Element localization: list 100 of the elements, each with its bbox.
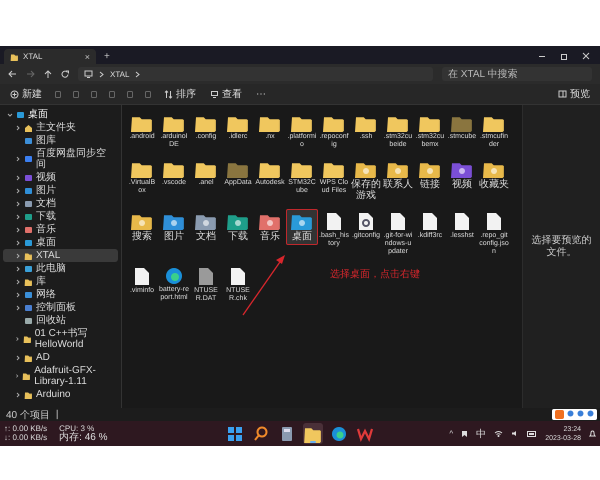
network-icon xyxy=(24,290,33,298)
chevron-right-icon[interactable] xyxy=(15,252,21,258)
sidebar-item[interactable]: 01 C++书写HelloWorld xyxy=(3,327,118,351)
sidebar-item[interactable]: Arduino xyxy=(3,388,118,401)
chevron-right-icon[interactable] xyxy=(15,336,20,342)
file-icon xyxy=(454,212,470,231)
file-icon xyxy=(230,267,246,286)
file-item[interactable]: 收藏夹 xyxy=(478,157,510,193)
input-method-indicator[interactable]: 中 xyxy=(476,426,486,440)
sidebar-item[interactable]: 桌面 xyxy=(3,108,118,121)
folder-icon xyxy=(24,354,33,362)
sidebar-item[interactable]: 文档 xyxy=(3,197,118,210)
sidebar-item[interactable]: 主文件夹 xyxy=(3,121,118,134)
file-item[interactable]: 下载 xyxy=(222,209,254,245)
sidebar-item[interactable]: 桌面 xyxy=(3,236,118,249)
window-tab[interactable]: XTAL × xyxy=(4,49,96,64)
forward-icon[interactable] xyxy=(26,70,35,78)
file-item[interactable]: 桌面 xyxy=(286,209,318,245)
sort-button[interactable]: 排序 xyxy=(162,87,198,101)
picture-icon xyxy=(24,186,33,194)
file-item[interactable]: 文档 xyxy=(190,209,222,245)
browser-icon xyxy=(330,424,348,442)
sidebar-item[interactable]: 下载 xyxy=(3,210,118,223)
chevron-right-icon[interactable] xyxy=(15,214,21,220)
bell-icon[interactable] xyxy=(589,430,596,438)
file-item[interactable]: 链接 xyxy=(414,157,446,193)
close-tab-button[interactable]: × xyxy=(84,52,90,62)
chevron-right-icon[interactable] xyxy=(15,156,21,162)
pc-icon xyxy=(24,264,33,272)
chevron-right-icon[interactable] xyxy=(15,278,21,284)
battery-icon[interactable] xyxy=(527,430,538,436)
sidebar-item[interactable]: 图库 xyxy=(3,134,118,147)
view-button[interactable]: 查看 xyxy=(208,87,244,101)
chevron-right-icon[interactable] xyxy=(15,292,21,298)
sidebar-item[interactable]: 百度网盘同步空间 xyxy=(3,147,118,171)
control-panel-icon xyxy=(24,304,33,312)
ime-toolbar[interactable] xyxy=(552,409,597,420)
sidebar-item[interactable]: 网络 xyxy=(3,288,118,301)
sidebar-item[interactable]: 图片 xyxy=(3,184,118,197)
sidebar-item[interactable]: AD xyxy=(3,351,118,364)
folder-icon xyxy=(483,114,505,132)
chevron-icon xyxy=(99,70,104,78)
up-icon[interactable] xyxy=(44,70,52,78)
preview-message: 选择要预览的文件。 xyxy=(530,235,592,259)
file-item[interactable]: 保存的游戏 xyxy=(350,157,382,204)
separator-text: | xyxy=(56,409,59,420)
file-item[interactable]: 视频 xyxy=(446,157,478,193)
monitor-icon xyxy=(84,70,93,78)
sidebar-item[interactable]: 控制面板 xyxy=(3,301,118,314)
chevron-down-icon[interactable] xyxy=(7,112,13,118)
chevron-right-icon[interactable] xyxy=(15,240,21,246)
desktop-icon xyxy=(24,238,33,246)
back-icon[interactable] xyxy=(8,70,17,78)
download-speed: ↓: 0.00 KB/s xyxy=(4,433,48,443)
folder-icon xyxy=(24,252,33,260)
preview-button[interactable]: 预览 xyxy=(556,87,592,101)
folder-icon xyxy=(195,160,217,178)
chevron-right-icon[interactable] xyxy=(15,373,20,379)
chevron-right-icon[interactable] xyxy=(15,226,21,232)
new-button[interactable]: 新建 xyxy=(8,87,44,101)
more-button[interactable]: ⋯ xyxy=(254,88,268,100)
chevron-right-icon[interactable] xyxy=(15,124,21,130)
folder-icon xyxy=(22,372,32,380)
chevron-right-icon[interactable] xyxy=(15,200,21,206)
annotation-text: 选择桌面，点击右键 xyxy=(330,268,420,281)
chevron-right-icon[interactable] xyxy=(15,354,21,360)
close-icon[interactable] xyxy=(582,52,590,60)
breadcrumb-item[interactable]: XTAL xyxy=(110,70,130,78)
sidebar-item[interactable]: XTAL xyxy=(3,249,118,262)
tray-chevron[interactable]: ^ xyxy=(449,429,454,438)
sidebar-item[interactable]: 此电脑 xyxy=(3,262,118,275)
folder-icon xyxy=(291,114,313,132)
sort-icon xyxy=(164,90,173,98)
folder-icon xyxy=(387,114,409,132)
chevron-right-icon[interactable] xyxy=(15,174,21,180)
upload-speed: ↑: 0.00 KB/s xyxy=(4,424,48,433)
search-field[interactable]: 在 XTAL 中搜索 xyxy=(442,67,592,81)
refresh-icon[interactable] xyxy=(61,70,69,78)
sidebar-item[interactable]: Adafruit-GFX-Library-1.11 xyxy=(3,364,118,388)
bookmark-icon[interactable] xyxy=(461,430,468,438)
sidebar-item[interactable]: 回收站 xyxy=(3,314,118,327)
sidebar-item[interactable]: 音乐 xyxy=(3,223,118,236)
chevron-right-icon[interactable] xyxy=(15,188,21,194)
chevron-right-icon[interactable] xyxy=(15,392,21,398)
wifi-icon[interactable] xyxy=(494,430,504,437)
file-item[interactable]: 搜索 xyxy=(126,209,158,245)
new-tab-button[interactable]: + xyxy=(104,51,110,62)
file-item[interactable]: 联系人 xyxy=(382,157,414,193)
sidebar-item[interactable]: 库 xyxy=(3,275,118,288)
file-item[interactable]: 图片 xyxy=(158,209,190,245)
folder-icon xyxy=(163,160,185,178)
chevron-right-icon[interactable] xyxy=(15,304,21,310)
address-bar[interactable]: XTAL xyxy=(78,67,433,81)
file-item[interactable]: 音乐 xyxy=(254,209,286,245)
sidebar-item[interactable]: 视频 xyxy=(3,171,118,184)
desktop-icon xyxy=(16,110,25,118)
restore-icon[interactable] xyxy=(560,52,568,60)
chevron-right-icon[interactable] xyxy=(15,266,21,272)
taskbar-app[interactable] xyxy=(303,423,323,444)
folder-icon xyxy=(22,335,32,343)
